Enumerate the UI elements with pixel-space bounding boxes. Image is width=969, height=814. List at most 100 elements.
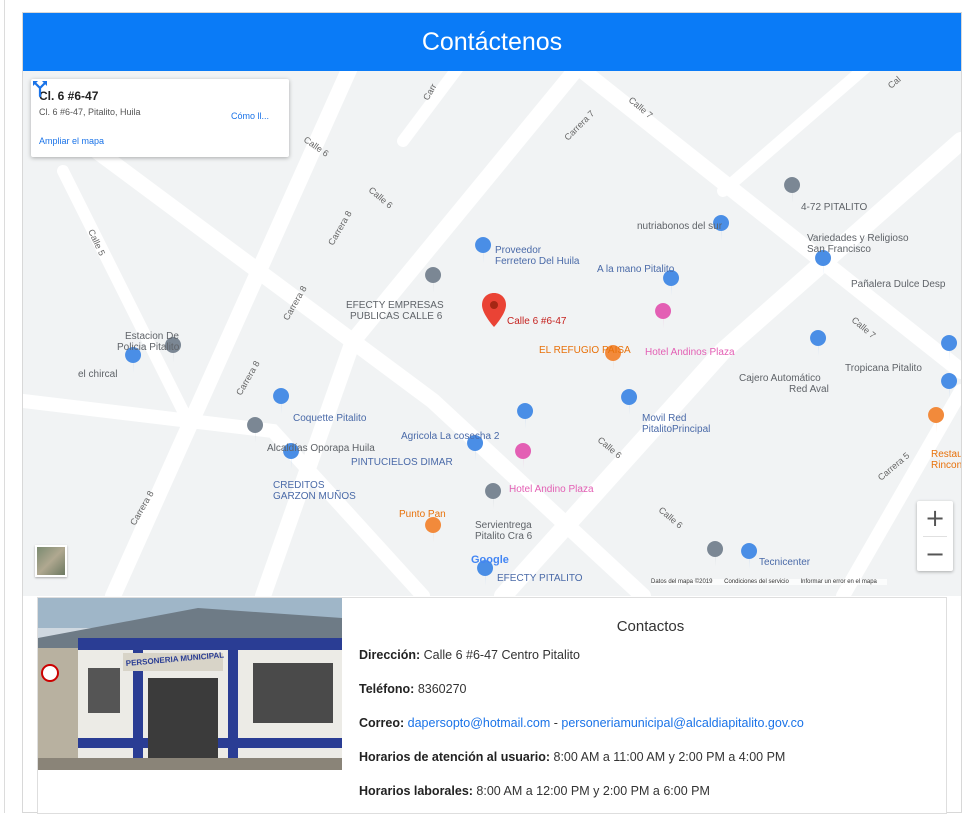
phone-row: Teléfono: 8360270 [359,682,466,696]
email-link-2[interactable]: personeriamunicipal@alcaldiapitalito.gov… [561,716,803,730]
contact-details-box: PERSONERIA MUNICIPAL Contactos Dirección… [37,597,947,814]
place-label: nutriabonos del sur [637,221,723,232]
pin-472-icon[interactable] [784,177,801,203]
place-label: PitalitoPrincipal [642,424,710,435]
place-label: el chircal [78,369,117,380]
address-label: Dirección: [359,648,421,662]
place-label: Pitalito Cra 6 [475,531,533,542]
place-label: Red Aval [789,384,829,395]
place-label: Cajero Automático [739,373,821,384]
street-label: Cal [886,74,903,90]
place-label: Estacion De [125,331,179,342]
email-link-1[interactable]: dapersopto@hotmail.com [408,716,551,730]
service-hours-value: 8:00 AM a 11:00 AM y 2:00 PM a 4:00 PM [553,750,786,764]
place-label: Restaura [931,449,961,460]
page-title: Contáctenos [421,27,563,56]
pin-coquette-icon[interactable] [273,388,290,414]
email-row: Correo: dapersopto@hotmail.com - persone… [359,716,804,730]
place-label: EFECTY EMPRESAS [346,300,444,311]
marker-label: Calle 6 #6-47 [507,316,567,327]
place-label: Tropicana Pitalito [845,363,922,374]
email-label: Correo: [359,716,405,730]
street-label: Calle 6 [657,505,685,531]
place-label: San Francisco [807,244,871,255]
map-info-card: Cl. 6 #6-47 Cl. 6 #6-47, Pitalito, Huila… [31,79,289,157]
email-separator: - [550,716,562,730]
place-label: Movil Red [642,413,686,424]
place-label: Hotel Andino Plaza [509,484,594,495]
place-label: Hotel Andinos Plaza [645,347,735,358]
place-label: Servientrega [475,520,532,531]
zoom-in-button[interactable]: + [917,501,953,535]
place-label: Proveedor [495,245,542,256]
office-photo: PERSONERIA MUNICIPAL [38,598,342,770]
map-attribution: Datos del mapa ©2019 Condiciones del ser… [651,579,887,585]
place-label: Agricola La cosecha 2 [401,431,500,442]
pin-proveedor-icon[interactable] [475,237,492,263]
place-label: Coquette Pitalito [293,413,367,424]
street-label: Calle 7 [850,315,878,341]
directions-icon[interactable] [31,79,49,97]
pin-movil-icon[interactable] [621,389,638,415]
phone-value: 8360270 [417,682,467,696]
zoom-controls: + − [917,501,953,571]
street-label: Carrera 8 [234,359,262,397]
pin-generic-icon[interactable] [707,541,724,567]
road-west [23,394,430,596]
place-label: 4-72 PITALITO [801,202,868,213]
place-label: Punto Pan [399,509,446,520]
contacts-heading: Contactos [616,618,685,635]
enlarge-map-link[interactable]: Ampliar el mapa [39,136,104,146]
pin-efecty-icon[interactable] [425,267,442,293]
pin-servientrega-icon[interactable] [485,483,502,509]
info-card-address: Cl. 6 #6-47, Pitalito, Huila [39,107,141,117]
zoom-out-button[interactable]: − [917,537,953,571]
work-hours-label: Horarios laborales: [359,784,473,798]
place-label: GARZON MUÑOS [273,489,356,502]
street-label: Carrera 7 [562,108,596,142]
service-hours-label: Horarios de atención al usuario: [359,750,551,764]
place-label: EL REFUGIO PAISA [539,345,631,356]
place-label: PUBLICAS CALLE 6 [350,311,443,322]
page-left-border [4,0,5,813]
pin-hotelandino-icon[interactable] [515,443,532,469]
place-label: Tecnicenter [759,557,811,568]
pin-agricola-icon[interactable] [517,403,534,429]
road-northeast [717,71,871,197]
pin-hotelandinos-icon[interactable] [655,303,672,329]
work-hours-row: Horarios laborales: 8:00 AM a 12:00 PM y… [359,784,710,798]
place-label: Policia Pitalito [117,342,180,353]
card-header: Contáctenos [23,13,961,71]
location-marker-icon[interactable] [482,293,506,327]
embedded-map[interactable]: Carrera 7 Calle 7 Calle 6 Calle 6 Carrer… [23,71,961,596]
directions-link[interactable]: Cómo ll... [231,111,269,121]
place-label: Alcaldías Oporapa Huila [267,443,375,454]
satellite-toggle-thumbnail[interactable] [35,545,67,577]
place-label: EFECTY PITALITO [497,573,583,584]
road-north [397,71,463,147]
report-error-link[interactable]: Informar un error en el mapa [801,579,877,585]
street-label: Calle 6 [367,185,395,211]
pin-puntopan-icon[interactable] [425,517,442,543]
address-value: Calle 6 #6-47 Centro Pitalito [423,648,580,662]
work-hours-value: 8:00 AM a 12:00 PM y 2:00 PM a 6:00 PM [476,784,710,798]
phone-label: Teléfono: [359,682,415,696]
street-label: Calle 6 [596,435,624,461]
address-row: Dirección: Calle 6 #6-47 Centro Pitalito [359,648,580,662]
terms-link[interactable]: Condiciones del servicio [724,579,789,585]
place-label: CREDITOS [273,480,325,491]
place-label: Variedades y Religioso [807,233,909,244]
place-label: Pañalera Dulce Desp [851,279,946,290]
place-label: PINTUCIELOS DIMAR [351,457,453,468]
place-label: A la mano Pitalito [597,264,675,275]
service-hours-row: Horarios de atención al usuario: 8:00 AM… [359,750,785,764]
place-label: Rincon M [931,460,961,471]
pin-tecnicenter-icon[interactable] [741,543,758,569]
pin-cajero-icon[interactable] [810,330,827,356]
map-data-credit: Datos del mapa ©2019 [651,579,713,585]
street-label: Carrera 8 [326,209,354,247]
pin-alcaldias-icon[interactable] [247,417,264,443]
place-label: Ferretero Del Huila [495,256,580,267]
google-logo: Google [471,554,509,566]
contact-card: Contáctenos Carrera 7 Calle 7 Calle 6 Ca… [22,12,962,814]
